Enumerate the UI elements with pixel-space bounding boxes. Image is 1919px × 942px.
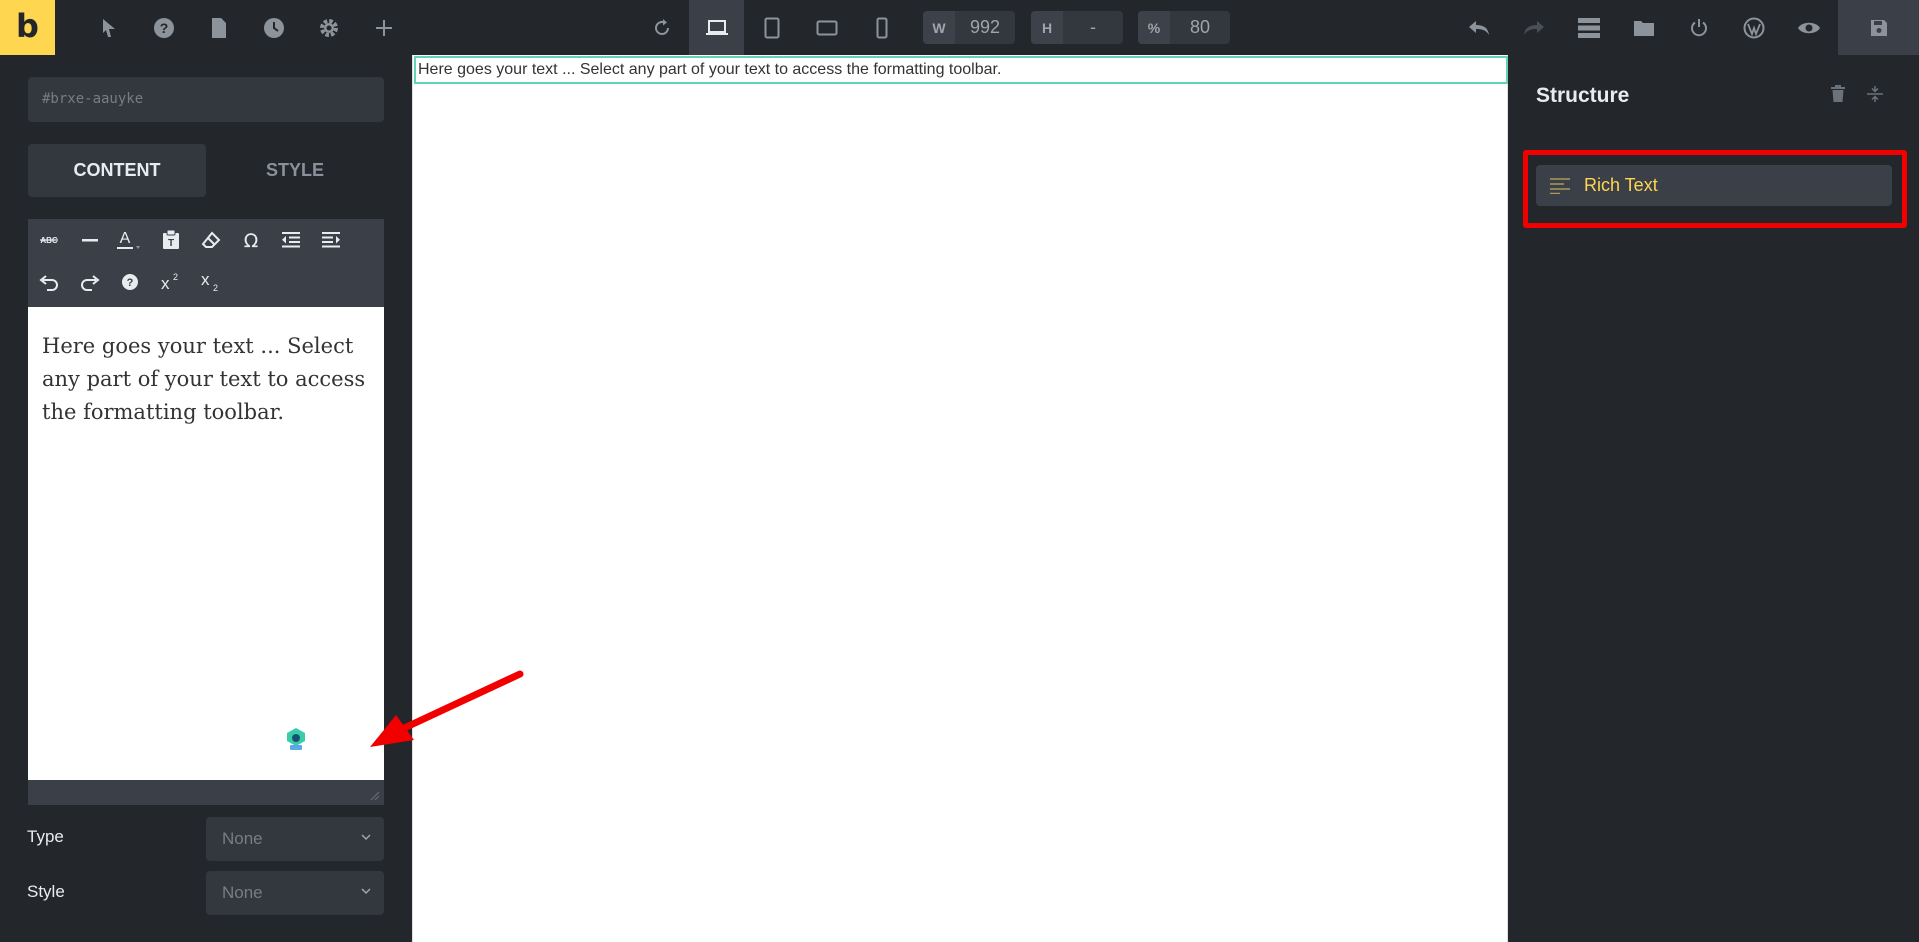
height-input[interactable]: H - [1031,11,1123,44]
paste-text-icon[interactable]: T [151,220,191,260]
width-value: 992 [969,17,1001,37]
resize-handle-icon[interactable] [370,791,380,801]
svg-text:2: 2 [213,283,218,293]
tab-content[interactable]: CONTENT [28,144,206,197]
subscript-icon[interactable]: x2 [191,262,231,302]
width-input[interactable]: W 992 [923,11,1015,44]
width-label: W [923,11,955,44]
laptop-icon[interactable] [689,0,744,55]
style-select[interactable]: None [206,871,384,915]
structure-title: Structure [1536,84,1630,107]
rich-text-editor[interactable]: Here goes your text ... Select any part … [28,307,384,780]
layers-icon[interactable] [1565,0,1613,55]
text-color-icon[interactable]: A [110,220,150,260]
strikethrough-icon[interactable]: ABC [29,220,69,260]
svg-text:2: 2 [173,272,178,282]
wordpress-icon[interactable] [1730,0,1778,55]
indent-icon[interactable] [311,220,351,260]
tablet-landscape-icon[interactable] [803,0,851,55]
chevron-down-icon [361,888,371,895]
trash-icon[interactable] [1830,85,1846,103]
collapse-icon[interactable] [1866,85,1884,103]
zoom-input[interactable]: % 80 [1138,11,1230,44]
eraser-icon[interactable] [191,220,231,260]
redo-edit-icon[interactable] [70,262,110,302]
svg-text:Ω: Ω [244,231,259,249]
svg-text:T: T [168,238,174,249]
bricks-logo[interactable]: b [0,0,55,55]
undo-edit-icon[interactable] [29,262,69,302]
reload-icon[interactable] [638,0,686,55]
zoom-value: 80 [1189,17,1211,37]
element-id-field[interactable]: #brxe-aauyke [28,77,384,122]
svg-text:A: A [120,230,131,247]
superscript-icon[interactable]: x2 [151,262,191,302]
undo-icon[interactable] [1455,0,1503,55]
editor-content[interactable]: Here goes your text ... Select any part … [42,330,372,429]
height-value: - [1090,17,1096,37]
svg-text:x: x [201,271,210,289]
annotation-arrow-icon [370,670,524,747]
grammarly-icon[interactable] [284,727,308,751]
add-icon[interactable] [360,0,408,55]
save-icon [1870,19,1887,36]
page-icon[interactable] [195,0,243,55]
svg-text:?: ? [160,20,169,36]
tablet-portrait-icon[interactable] [748,0,796,55]
mobile-icon[interactable] [858,0,906,55]
type-value: None [222,829,263,848]
redo-icon[interactable] [1510,0,1558,55]
editor-statusbar [28,780,384,805]
style-label: Style [27,882,65,901]
editor-help-icon[interactable]: ? [110,262,150,302]
cursor-icon[interactable] [85,0,133,55]
folder-icon[interactable] [1620,0,1668,55]
zoom-label: % [1138,11,1170,44]
svg-text:x: x [161,274,170,292]
help-icon[interactable]: ? [140,0,188,55]
type-select[interactable]: None [206,817,384,861]
canvas-rich-text-element[interactable]: Here goes your text ... Select any part … [414,56,1508,84]
type-label: Type [27,827,64,846]
element-panel: #brxe-aauyke CONTENT STYLE ABC A T Ω ? x… [0,55,412,942]
chevron-down-icon [361,834,371,841]
outdent-icon[interactable] [271,220,311,260]
horizontal-line-icon[interactable] [70,220,110,260]
svg-text:?: ? [127,277,134,289]
history-icon[interactable] [250,0,298,55]
editor-toolbar: ABC A T Ω ? x2 x 2 [28,219,384,307]
style-value: None [222,883,263,902]
tab-style[interactable]: STYLE [206,144,384,197]
settings-icon[interactable] [305,0,353,55]
special-character-icon[interactable]: Ω [231,220,271,260]
preview-icon[interactable] [1785,0,1833,55]
highlight-box [1523,150,1907,228]
builder-canvas[interactable]: Here goes your text ... Select any part … [412,55,1508,942]
height-label: H [1031,11,1063,44]
save-button[interactable] [1838,0,1919,55]
top-toolbar: b ? W 992 H - % 80 [0,0,1919,55]
power-icon[interactable] [1675,0,1723,55]
